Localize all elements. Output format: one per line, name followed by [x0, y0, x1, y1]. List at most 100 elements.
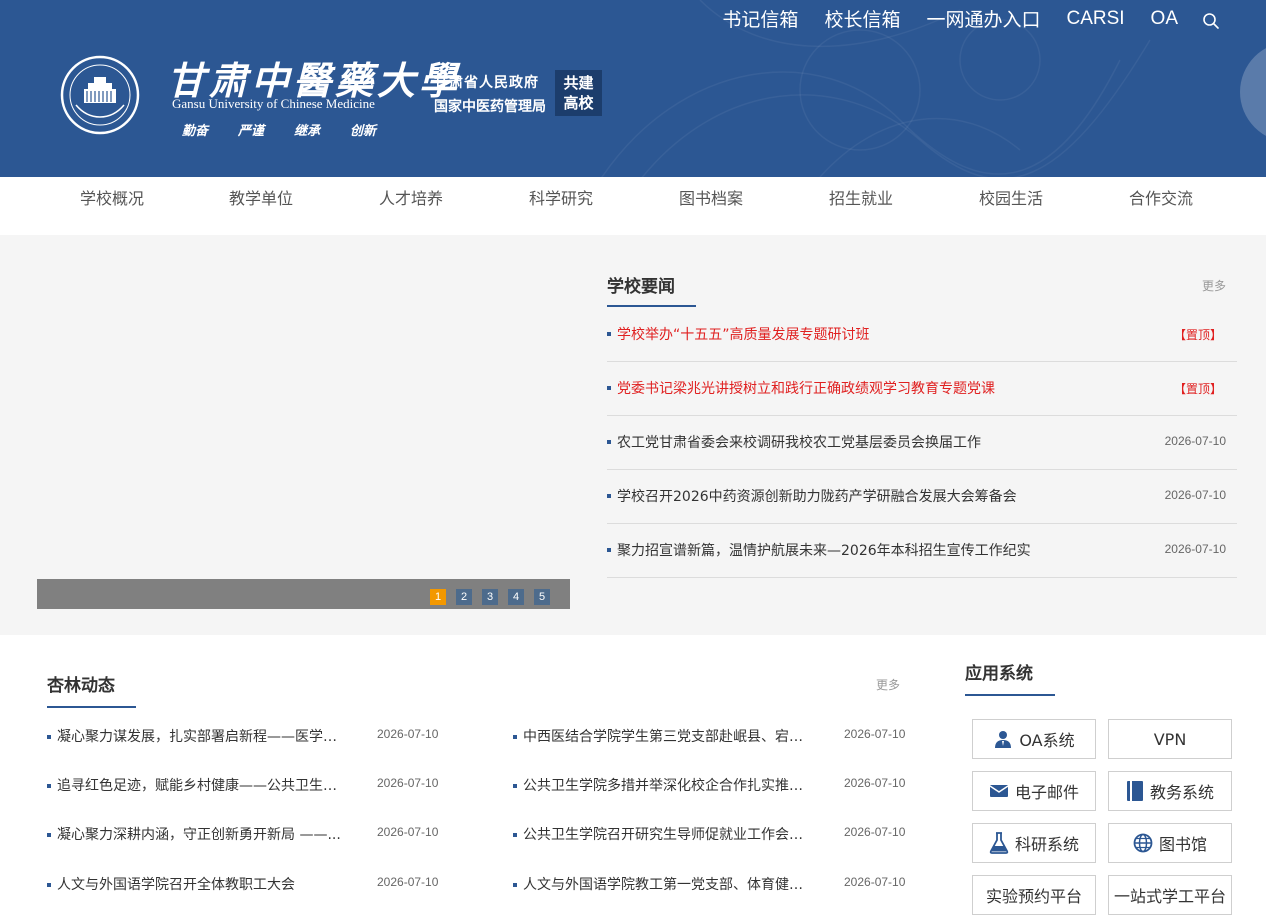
- list-item[interactable]: 凝心聚力谋发展，扎实部署启新程——医学信... 2026-07-10: [47, 723, 447, 747]
- bullet-icon: [47, 784, 51, 788]
- list-item-date: 2026-07-10: [844, 727, 906, 741]
- top-link-carsi[interactable]: CARSI: [1066, 8, 1124, 30]
- nav-item-library-archives[interactable]: 图书档案: [679, 177, 743, 235]
- bullet-icon: [47, 883, 51, 887]
- app-button-label: 电子邮件: [1014, 783, 1079, 802]
- list-item-date: 2026-07-10: [844, 776, 906, 790]
- bullet-icon: [513, 833, 517, 837]
- list-item[interactable]: 公共卫生学院召开研究生导师促就业工作会议... 2026-07-10: [513, 821, 913, 845]
- top-link-president-mailbox[interactable]: 校长信箱: [824, 5, 900, 32]
- school-news-underline: [607, 305, 696, 307]
- motto-word: 勤奋: [182, 124, 209, 139]
- app-button-label: 教务系统: [1149, 783, 1214, 802]
- bullet-icon: [47, 735, 51, 739]
- person-icon: [995, 731, 1012, 748]
- list-item-title[interactable]: 追寻红色足迹，赋能乡村健康——公共卫生学...: [57, 775, 349, 795]
- bullet-icon: [47, 833, 51, 837]
- pinned-tag: 【置顶】: [1173, 382, 1222, 396]
- news-item[interactable]: 党委书记梁兆光讲授树立和践行正确政绩观学习教育专题党课 【置顶】: [607, 362, 1237, 416]
- school-motto: 勤奋 严谨 继承 创新: [182, 120, 376, 139]
- motto-word: 继承: [294, 124, 321, 139]
- bullet-icon: [607, 494, 611, 498]
- list-item-title[interactable]: 公共卫生学院召开研究生导师促就业工作会议...: [523, 824, 815, 844]
- xinglin-more-link[interactable]: 更多: [876, 676, 900, 693]
- news-item-title[interactable]: 聚力招宣谱新篇，温情护航展未来—2026年本科招生宣传工作纪实: [617, 540, 1031, 560]
- app-button-label: 科研系统: [1014, 835, 1079, 854]
- list-item-date: 2026-07-10: [377, 875, 439, 889]
- app-button-email[interactable]: 电子邮件: [972, 771, 1096, 811]
- news-item-title[interactable]: 学校举办“十五五”高质量发展专题研讨班: [617, 324, 870, 344]
- news-item[interactable]: 学校召开2026中药资源创新助力陇药产学研融合发展大会筹备会 2026-07-1…: [607, 470, 1237, 524]
- list-item[interactable]: 人文与外国语学院教工第一党支部、体育健康... 2026-07-10: [513, 871, 913, 895]
- list-item-title[interactable]: 人文与外国语学院召开全体教职工大会: [57, 874, 349, 894]
- pinned-tag: 【置顶】: [1173, 328, 1222, 342]
- image-slider[interactable]: [37, 235, 570, 609]
- list-item-title[interactable]: 凝心聚力谋发展，扎实部署启新程——医学信...: [57, 726, 349, 746]
- list-item-title[interactable]: 人文与外国语学院教工第一党支部、体育健康...: [523, 874, 815, 894]
- motto-word: 创新: [350, 124, 377, 139]
- co-built-line-1: 共建: [563, 74, 594, 92]
- nav-item-talent-training[interactable]: 人才培养: [379, 177, 443, 235]
- university-seal-logo[interactable]: [56, 55, 144, 135]
- list-item-date: 2026-07-10: [377, 776, 439, 790]
- school-news-more-link[interactable]: 更多: [1202, 277, 1226, 294]
- list-item-date: 2026-07-10: [377, 727, 439, 741]
- bullet-icon: [513, 784, 517, 788]
- nav-item-teaching-units[interactable]: 教学单位: [229, 177, 293, 235]
- news-item[interactable]: 聚力招宣谱新篇，温情护航展未来—2026年本科招生宣传工作纪实 2026-07-…: [607, 524, 1237, 578]
- nav-item-research[interactable]: 科学研究: [529, 177, 593, 235]
- top-links: 书记信箱 校长信箱 一网通办入口 CARSI OA: [696, 5, 1220, 32]
- bullet-icon: [607, 440, 611, 444]
- list-item[interactable]: 凝心聚力深耕内涵，守正创新勇开新局 ——... 2026-07-10: [47, 821, 447, 845]
- top-link-one-stop-portal[interactable]: 一网通办入口: [926, 5, 1040, 32]
- apps-underline: [965, 694, 1055, 696]
- app-button-vpn[interactable]: VPN: [1108, 719, 1232, 759]
- list-item[interactable]: 追寻红色足迹，赋能乡村健康——公共卫生学... 2026-07-10: [47, 772, 447, 796]
- app-button-academic-affairs[interactable]: 教务系统: [1108, 771, 1232, 811]
- co-built-line-2: 高校: [563, 94, 594, 112]
- app-button-lab-booking[interactable]: 实验预约平台: [972, 875, 1096, 915]
- news-item-title[interactable]: 学校召开2026中药资源创新助力陇药产学研融合发展大会筹备会: [617, 486, 1017, 506]
- apps-title: 应用系统: [965, 664, 1033, 684]
- slider-page-2[interactable]: 2: [456, 589, 472, 605]
- app-button-label: 图书馆: [1158, 835, 1207, 854]
- app-button-library[interactable]: 图书馆: [1108, 823, 1232, 863]
- app-button-label: VPN: [1153, 729, 1187, 749]
- list-item-title[interactable]: 公共卫生学院多措并举深化校企合作扎实推进...: [523, 775, 815, 795]
- list-item-date: 2026-07-10: [844, 875, 906, 889]
- mail-icon: [989, 785, 1009, 797]
- nav-item-admissions[interactable]: 招生就业: [829, 177, 893, 235]
- app-button-student-affairs[interactable]: 一站式学工平台: [1108, 875, 1232, 915]
- list-item[interactable]: 公共卫生学院多措并举深化校企合作扎实推进... 2026-07-10: [513, 772, 913, 796]
- news-item[interactable]: 学校举办“十五五”高质量发展专题研讨班 【置顶】: [607, 308, 1237, 362]
- bullet-icon: [607, 386, 611, 390]
- top-link-secretary-mailbox[interactable]: 书记信箱: [722, 5, 798, 32]
- slider-page-4[interactable]: 4: [508, 589, 524, 605]
- nav-item-overview[interactable]: 学校概况: [80, 177, 144, 235]
- top-link-oa[interactable]: OA: [1151, 8, 1178, 30]
- news-band: 1 2 3 4 5 学校要闻 更多 学校举办“十五五”高质量发展专题研讨班 【置…: [0, 235, 1266, 635]
- slider-page-1[interactable]: 1: [430, 589, 446, 605]
- list-item[interactable]: 中西医结合学院学生第三党支部赴岷县、宕昌... 2026-07-10: [513, 723, 913, 747]
- list-item-title[interactable]: 中西医结合学院学生第三党支部赴岷县、宕昌...: [523, 726, 815, 746]
- search-icon[interactable]: [1202, 12, 1220, 30]
- list-item-title[interactable]: 凝心聚力深耕内涵，守正创新勇开新局 ——...: [57, 824, 349, 844]
- app-button-oa[interactable]: OA系统: [972, 719, 1096, 759]
- app-button-label: OA系统: [1019, 731, 1075, 750]
- school-news-title: 学校要闻: [607, 277, 675, 297]
- news-item-title[interactable]: 党委书记梁兆光讲授树立和践行正确政绩观学习教育专题党课: [617, 378, 995, 398]
- school-name-en: Gansu University of Chinese Medicine: [172, 96, 375, 111]
- bullet-icon: [513, 735, 517, 739]
- nav-item-cooperation[interactable]: 合作交流: [1129, 177, 1193, 235]
- site-header: 书记信箱 校长信箱 一网通办入口 CARSI OA 甘肃中醫藥大學 Gansu …: [0, 0, 1266, 177]
- flask-icon: [989, 832, 1009, 854]
- news-item-title[interactable]: 农工党甘肃省委会来校调研我校农工党基层委员会换届工作: [617, 432, 981, 452]
- slider-page-3[interactable]: 3: [482, 589, 498, 605]
- bullet-icon: [607, 332, 611, 336]
- slider-page-5[interactable]: 5: [534, 589, 550, 605]
- app-button-research[interactable]: 科研系统: [972, 823, 1096, 863]
- nav-item-campus-life[interactable]: 校园生活: [979, 177, 1043, 235]
- news-item[interactable]: 农工党甘肃省委会来校调研我校农工党基层委员会换届工作 2026-07-10: [607, 416, 1237, 470]
- xinglin-underline: [47, 706, 136, 708]
- list-item[interactable]: 人文与外国语学院召开全体教职工大会 2026-07-10: [47, 871, 447, 895]
